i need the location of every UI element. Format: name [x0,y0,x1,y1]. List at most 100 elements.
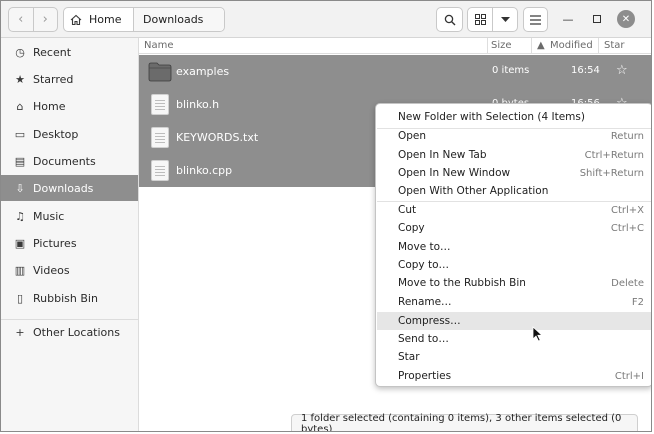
close-icon: ✕ [621,13,631,25]
menu-item-new-folder-with-selection[interactable]: New Folder with Selection (4 Items) [377,108,651,126]
home-icon [70,14,82,25]
sidebar-item-downloads[interactable]: ⇩ Downloads [1,175,138,201]
menu-item-label: Open With Other Application [398,185,549,197]
sidebar-item-music[interactable]: ♫ Music [1,203,138,229]
sidebar-item-label: Music [33,209,65,223]
menu-item-label: Send to… [398,333,449,345]
sidebar-item-desktop[interactable]: ▭ Desktop [1,121,138,147]
pictures-icon: ▣ [14,236,26,250]
menu-shortcut: Shift+Return [579,167,644,179]
menu-item-move-to-rubbish-bin[interactable]: Move to the Rubbish Bin Delete [377,274,651,292]
view-toggle [467,7,518,32]
menu-item-label: Open In New Window [398,167,511,179]
menu-item-send-to[interactable]: Send to… [377,330,651,348]
home-icon: ⌂ [16,99,24,113]
menu-shortcut: Ctrl+C [610,222,644,234]
plus-icon: + [15,325,25,339]
menu-item-open[interactable]: Open Return [377,127,651,145]
menu-item-label: Open [398,130,427,142]
text-file-icon [151,160,169,181]
file-modified: 16:54 [571,65,600,76]
sidebar-item-label: Other Locations [33,325,120,339]
menu-item-label: Copy [398,222,425,234]
video-icon: ▥ [14,263,26,277]
column-header: Name Size ▲ Modified Star [139,38,651,54]
sidebar-item-rubbish-bin[interactable]: ▯ Rubbish Bin [1,285,138,311]
sidebar-item-label: Desktop [33,127,79,141]
desktop-icon: ▭ [14,127,26,141]
close-button[interactable]: ✕ [617,10,635,28]
sidebar-item-label: Videos [33,263,70,277]
search-button[interactable] [436,7,463,32]
menu-item-cut[interactable]: Cut Ctrl+X [377,201,651,219]
table-row[interactable]: examples 0 items 16:54 ☆ [139,55,651,88]
star-toggle-icon[interactable]: ☆ [616,63,628,78]
menu-item-label: New Folder with Selection (4 Items) [398,111,585,123]
menu-item-label: Open In New Tab [398,149,487,161]
menu-item-label: Star [398,351,420,363]
path-bar: Home Downloads [63,7,225,32]
menu-item-compress[interactable]: Compress… [377,312,651,330]
grid-view-button[interactable] [468,8,494,31]
hamburger-icon [530,14,541,25]
sidebar-item-recent[interactable]: ◷ Recent [1,39,138,65]
sidebar: ◷ Recent ★ Starred ⌂ Home ▭ Desktop ▤ Documen… [1,38,139,431]
breadcrumb-current[interactable]: Downloads [134,8,224,31]
maximize-button[interactable] [588,10,606,28]
file-name: examples [176,65,230,78]
minimize-icon: — [562,12,574,26]
sidebar-item-starred[interactable]: ★ Starred [1,66,138,92]
sidebar-item-documents[interactable]: ▤ Documents [1,148,138,174]
menu-shortcut: Ctrl+Return [584,149,644,161]
column-size[interactable]: Size [491,40,512,51]
maximize-icon [593,15,601,23]
menu-item-label: Compress… [398,315,461,327]
breadcrumb-home[interactable]: Home [64,8,134,31]
menu-shortcut: Return [610,130,644,142]
menu-item-move-to[interactable]: Move to… [377,238,651,256]
document-icon: ▤ [14,154,26,168]
menu-item-copy-to[interactable]: Copy to… [377,256,651,274]
menu-item-label: Move to the Rubbish Bin [398,277,526,289]
sidebar-item-other-locations[interactable]: + Other Locations [1,319,138,345]
music-icon: ♫ [15,209,25,223]
menu-item-star[interactable]: Star [377,348,651,366]
text-file-icon [151,94,169,115]
sort-ascending-icon: ▲ [537,40,545,51]
menu-shortcut: Ctrl+X [610,204,644,216]
menu-button[interactable] [523,7,548,32]
sidebar-item-label: Home [33,99,66,113]
menu-item-properties[interactable]: Properties Ctrl+I [377,367,651,385]
status-bar: 1 folder selected (containing 0 items), … [291,413,638,431]
menu-item-open-in-new-window[interactable]: Open In New Window Shift+Return [377,164,651,182]
back-button[interactable]: ‹ [9,8,33,31]
menu-item-open-with-other-application[interactable]: Open With Other Application [377,182,651,200]
clock-icon: ◷ [15,45,25,59]
minimize-button[interactable]: — [559,10,577,28]
forward-button[interactable]: › [32,8,58,31]
view-options-button[interactable] [493,8,517,31]
sidebar-item-pictures[interactable]: ▣ Pictures [1,230,138,256]
sidebar-item-videos[interactable]: ▥ Videos [1,257,138,283]
sidebar-item-label: Pictures [33,236,77,250]
sidebar-item-home[interactable]: ⌂ Home [1,93,138,119]
file-name: KEYWORDS.txt [176,131,259,144]
column-modified[interactable]: Modified [550,40,593,51]
sidebar-item-label: Downloads [33,181,94,195]
menu-item-copy[interactable]: Copy Ctrl+C [377,219,651,237]
file-name: blinko.cpp [176,164,233,177]
star-icon: ★ [15,72,25,86]
column-star[interactable]: Star [604,40,625,51]
file-size: 0 items [492,65,530,76]
column-name[interactable]: Name [144,40,174,51]
chevron-down-icon [500,16,510,22]
download-icon: ⇩ [15,181,25,195]
menu-item-label: Cut [398,204,417,216]
breadcrumb-home-label: Home [89,13,122,26]
menu-item-rename[interactable]: Rename… F2 [377,293,651,311]
header-bar: ‹ › Home Downloads — ✕ [1,1,651,38]
file-name: blinko.h [176,98,220,111]
context-menu: New Folder with Selection (4 Items) Open… [375,103,651,387]
menu-item-open-in-new-tab[interactable]: Open In New Tab Ctrl+Return [377,146,651,164]
menu-item-label: Copy to… [398,259,450,271]
